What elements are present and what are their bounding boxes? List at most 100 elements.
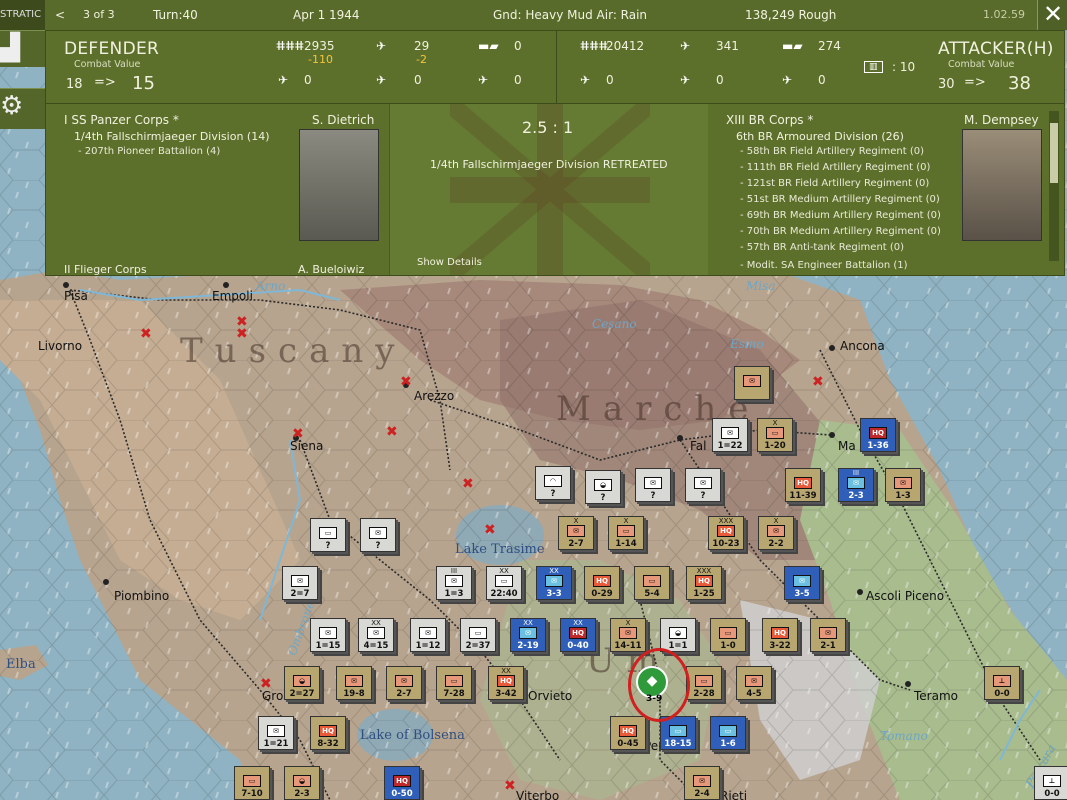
units-scrollbar[interactable] [1049, 111, 1059, 261]
unit-counter[interactable]: ✉ 1=12 [410, 618, 446, 652]
unit-counter[interactable]: ◒ 2-3 [284, 766, 320, 800]
unit-counter[interactable]: X ▭ 1-14 [608, 516, 644, 550]
unit-counter[interactable]: ◒ 2=27 [284, 666, 320, 700]
show-details-link[interactable]: Show Details [417, 257, 482, 268]
attacker-subunit[interactable]: - 70th BR Medium Artillery Regiment (0) [740, 226, 941, 237]
unit-counter[interactable]: XX ✉ 3-3 [536, 566, 572, 600]
unit-counter[interactable]: ✉ 3-5 [784, 566, 820, 600]
svg-text:✖: ✖ [236, 314, 248, 330]
unit-counter[interactable]: ▭ 2=37 [460, 618, 496, 652]
attacker-subunit[interactable]: - 111th BR Field Artillery Regiment (0) [740, 162, 930, 173]
hex-info: 138,249 Rough [745, 8, 837, 22]
gear-icon[interactable]: ⚙ [0, 88, 45, 129]
unit-strength: 0-40 [567, 641, 589, 651]
unit-counter[interactable]: ▭? [310, 518, 346, 552]
unit-counter[interactable]: X ✉ 2-2 [758, 516, 794, 550]
unit-counter[interactable]: ✉ 1=22 [712, 418, 748, 452]
unit-counter[interactable]: XXX HQ 10-23 [708, 516, 744, 550]
unit-counter[interactable]: ✉? [635, 468, 671, 502]
scroll-thumb[interactable] [1050, 123, 1058, 183]
attacker-tanks: 274 [818, 39, 841, 53]
unit-counter[interactable]: ✉ 4-5 [736, 666, 772, 700]
unit-type-icon: ✉ [693, 775, 711, 787]
attacker-subunit[interactable]: - Modit. SA Engineer Battalion (1) [740, 260, 908, 271]
bomber-icon: ✈ [376, 73, 387, 87]
unit-counter[interactable]: HQ 3-22 [762, 618, 798, 652]
unit-counter[interactable]: ✉? [360, 518, 396, 552]
unit-counter[interactable]: XX HQ 0-40 [560, 618, 596, 652]
unit-counter[interactable]: ✉ 1=15 [310, 618, 346, 652]
unit-counter[interactable]: ✉ 19-8 [336, 666, 372, 700]
unit-counter[interactable]: ▭ 7-28 [436, 666, 472, 700]
unit-type-icon: ✉ [367, 627, 385, 639]
attacker-subunit[interactable]: - 57th BR Anti-tank Regiment (0) [740, 242, 904, 253]
unit-counter[interactable]: X ✉ 14-11 [610, 618, 646, 652]
city-label: Piombino [114, 589, 169, 603]
unit-counter[interactable]: XX HQ 3-42 [488, 666, 524, 700]
unit-counter[interactable]: HQ 0-45 [610, 716, 646, 750]
unit-counter[interactable]: ✉ 2-1 [810, 618, 846, 652]
unit-counter[interactable]: HQ 0-29 [584, 566, 620, 600]
defender-division[interactable]: 1/4th Fallschirmjaeger Division (14) [74, 130, 270, 143]
unit-counter[interactable]: X ✉ 2-7 [558, 516, 594, 550]
unit-counter[interactable]: ✉ 2-7 [386, 666, 422, 700]
close-button[interactable]: ✕ [1037, 0, 1067, 30]
strategic-tab[interactable]: STRATIC [0, 0, 45, 30]
unit-counter[interactable]: ✉ [734, 366, 770, 400]
defender-subunit[interactable]: - 207th Pioneer Battalion (4) [78, 146, 220, 157]
unit-counter[interactable]: ✉ 1=21 [258, 716, 294, 750]
unit-counter[interactable]: ▭ 7-10 [234, 766, 270, 800]
unit-counter[interactable]: ▭ 1-0 [710, 618, 746, 652]
unit-type-icon: ◒ [669, 627, 687, 639]
unit-counter[interactable]: ✉ 1-3 [885, 468, 921, 502]
unit-counter[interactable]: ▭ 1-6 [710, 716, 746, 750]
water-label: Lake Trasime [455, 542, 545, 557]
attacker-division[interactable]: 6th BR Armoured Division (26) [736, 130, 904, 143]
attacker-subunit[interactable]: - 51st BR Medium Artillery Regiment (0) [740, 194, 940, 205]
unit-counter[interactable]: XX ▭ 22:40 [486, 566, 522, 600]
unit-strength: 0-50 [391, 789, 413, 799]
unit-counter[interactable]: XXX HQ 1-25 [686, 566, 722, 600]
unit-counter[interactable]: ◒? [585, 470, 621, 504]
attacker-subunit[interactable]: - 58th BR Field Artillery Regiment (0) [740, 146, 924, 157]
unit-type-icon: ▭ [719, 725, 737, 737]
unit-strength: 1-14 [615, 539, 637, 549]
unit-counter[interactable]: ✉ 2-4 [684, 766, 720, 800]
factory-icon[interactable]: ▟ [0, 30, 45, 67]
unit-counter[interactable]: XX ✉ 4=15 [358, 618, 394, 652]
defender-corps[interactable]: I SS Panzer Corps * [64, 113, 179, 127]
back-button[interactable]: < [55, 8, 65, 22]
bomber-icon: ✈ [580, 73, 591, 87]
unit-counter[interactable]: ◒ 1=1 [660, 618, 696, 652]
selected-unit-value: 3-9 [646, 694, 663, 704]
tank-icon: ▬▰ [782, 39, 803, 53]
unit-counter[interactable]: XX ✉ 2-19 [510, 618, 546, 652]
attacker-row2-a: 0 [606, 73, 614, 87]
defender-next-corps[interactable]: II Flieger Corps [64, 263, 147, 276]
unit-counter[interactable]: ▭ 5-4 [634, 566, 670, 600]
unit-counter[interactable]: ⊥ 0-0 [1034, 766, 1067, 800]
attacker-subunit[interactable]: - 121st BR Field Artillery Regiment (0) [740, 178, 929, 189]
defender-row2-b: 0 [414, 73, 422, 87]
unit-strength: 11-39 [789, 491, 817, 501]
unit-counter[interactable]: HQ 8-32 [310, 716, 346, 750]
unit-counter[interactable]: ◠? [535, 466, 571, 500]
unit-counter[interactable]: ✉ 2=7 [282, 566, 318, 600]
unit-counter[interactable]: III ✉ 1=3 [436, 566, 472, 600]
unit-type-icon: ▭ [243, 775, 261, 787]
unit-counter[interactable]: ▭ 2-28 [686, 666, 722, 700]
unit-counter[interactable]: X ▭ 1-20 [757, 418, 793, 452]
attacker-corps[interactable]: XIII BR Corps * [726, 113, 813, 127]
unit-counter[interactable]: III ✉ 2-3 [838, 468, 874, 502]
unit-counter[interactable]: ⊥ 0-0 [984, 666, 1020, 700]
unit-counter[interactable]: HQ 0-50 [384, 766, 420, 800]
city-label: Teramo [913, 689, 958, 703]
unit-type-icon: ✉ [267, 725, 285, 737]
unit-type-icon: HQ [771, 627, 789, 639]
attacker-subunit[interactable]: - 69th BR Medium Artillery Regiment (0) [740, 210, 941, 221]
defender-infantry: 2935 [304, 39, 335, 53]
unit-counter[interactable]: ✉? [685, 468, 721, 502]
unit-counter[interactable]: HQ 1-36 [860, 418, 896, 452]
unit-counter[interactable]: HQ 11-39 [785, 468, 821, 502]
infantry-icon: ⵌⵌⵌ [580, 39, 609, 53]
